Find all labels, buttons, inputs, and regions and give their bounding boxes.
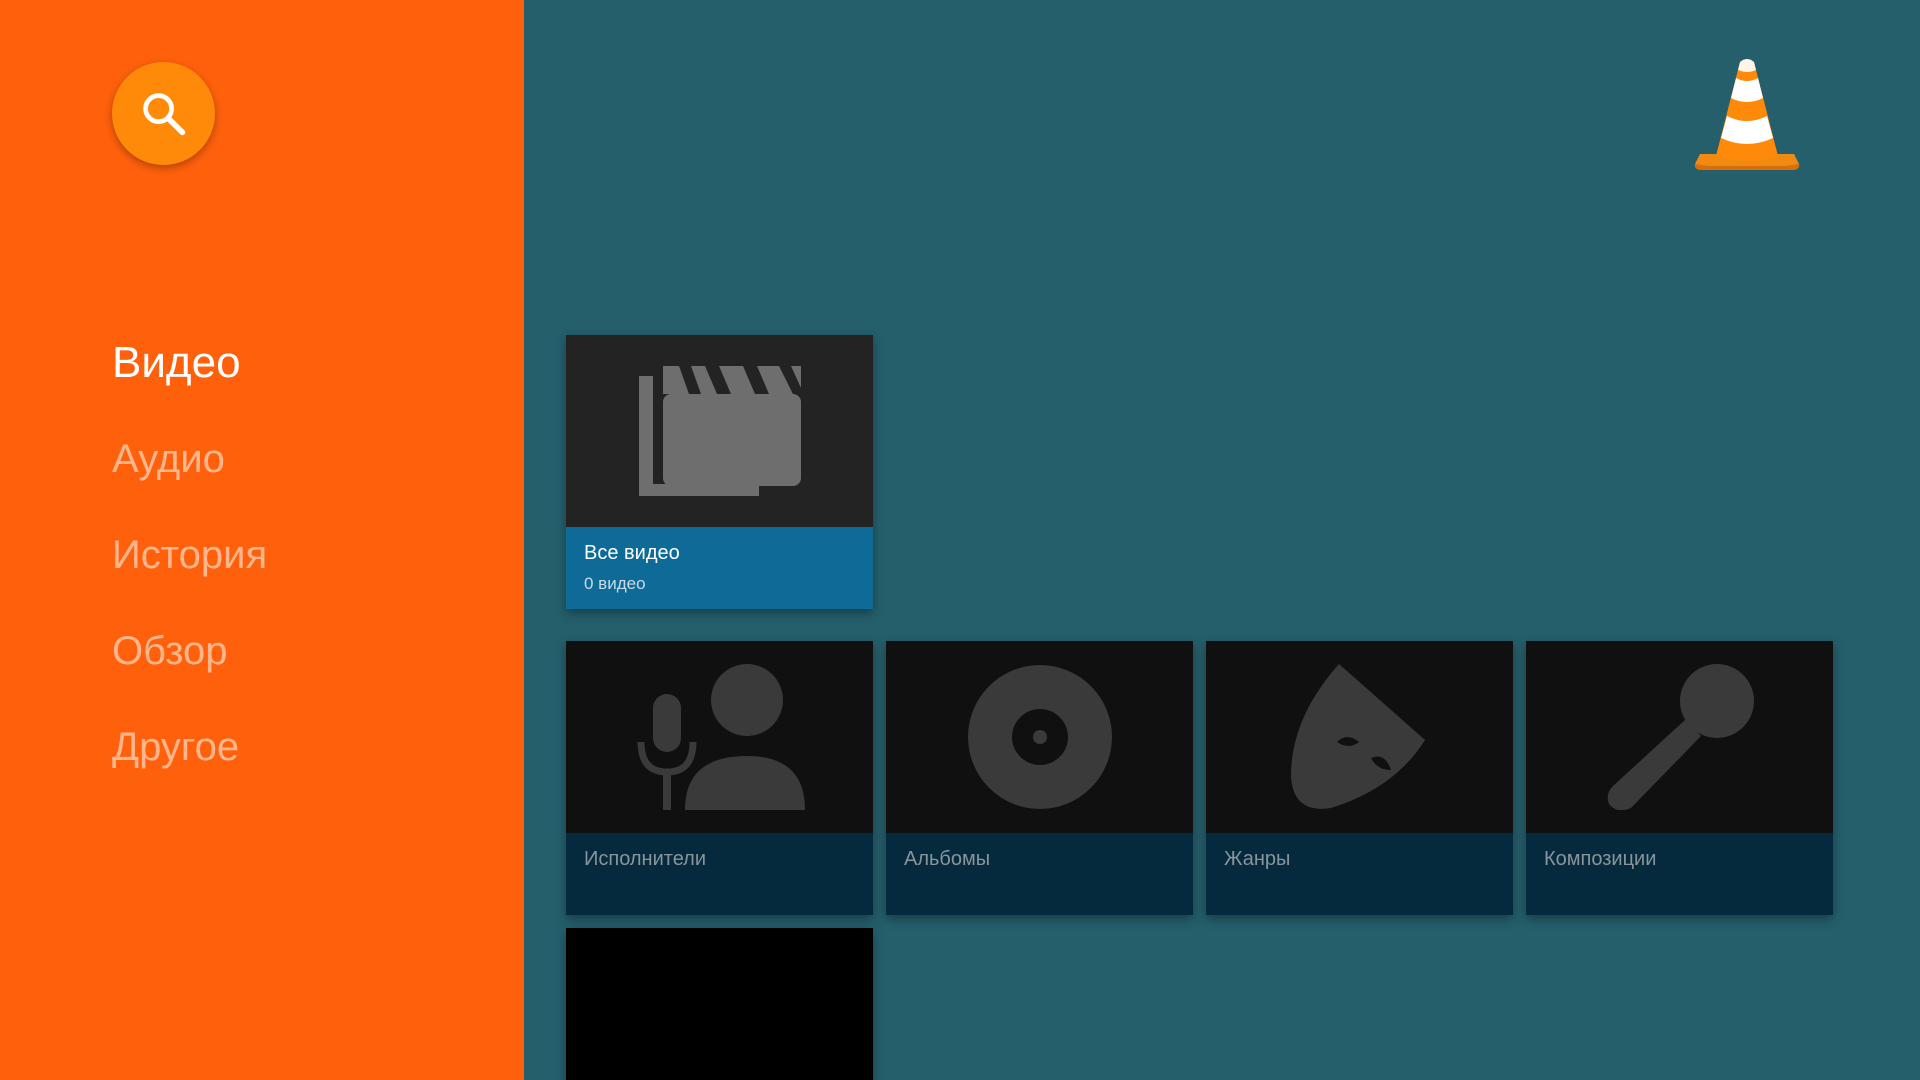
movie-clapper-icon <box>638 366 801 496</box>
card-title: Альбомы <box>904 848 991 870</box>
song-microphone-icon <box>1607 664 1754 810</box>
card-title: Исполнители <box>584 848 707 870</box>
card-thumbnail <box>566 335 873 527</box>
sidebar-nav: Видео Аудио История Обзор Другое <box>112 335 267 815</box>
search-button[interactable] <box>112 62 215 165</box>
card-all-videos[interactable]: Все видео 0 видео <box>566 335 873 609</box>
card-thumbnail <box>886 641 1193 833</box>
genre-mask-icon <box>1290 664 1425 809</box>
sidebar-item-video[interactable]: Видео <box>112 335 267 431</box>
card-genres[interactable]: Жанры <box>1206 641 1513 915</box>
app-window: Видео Аудио История Обзор Другое Все вид… <box>0 0 1920 1080</box>
card-info: Альбомы <box>886 833 1193 915</box>
artist-microphone-icon <box>637 664 805 810</box>
sidebar: Видео Аудио История Обзор Другое <box>0 0 524 1080</box>
card-albums[interactable]: Альбомы <box>886 641 1193 915</box>
sidebar-item-audio[interactable]: Аудио <box>112 431 267 527</box>
card-title: Жанры <box>1224 848 1291 870</box>
search-icon <box>142 92 185 135</box>
card-info: Жанры <box>1206 833 1513 915</box>
vlc-cone-icon <box>1694 59 1800 170</box>
card-songs[interactable]: Композиции <box>1526 641 1833 915</box>
card-info: Исполнители <box>566 833 873 915</box>
card-artists[interactable]: Исполнители <box>566 641 873 915</box>
sidebar-item-browse[interactable]: Обзор <box>112 623 267 719</box>
sidebar-item-other[interactable]: Другое <box>112 719 267 815</box>
card-thumbnail <box>566 641 873 833</box>
card-thumbnail <box>1206 641 1513 833</box>
card-thumbnail <box>1526 641 1833 833</box>
card-title: Все видео <box>584 542 680 564</box>
card-title: Композиции <box>1544 848 1657 870</box>
card-info: Все видео 0 видео <box>566 527 873 609</box>
album-disc-icon <box>967 665 1112 809</box>
sidebar-item-history[interactable]: История <box>112 527 267 623</box>
card-subtitle: 0 видео <box>584 574 646 593</box>
card-info: Композиции <box>1526 833 1833 915</box>
card-partial[interactable] <box>566 928 873 1080</box>
